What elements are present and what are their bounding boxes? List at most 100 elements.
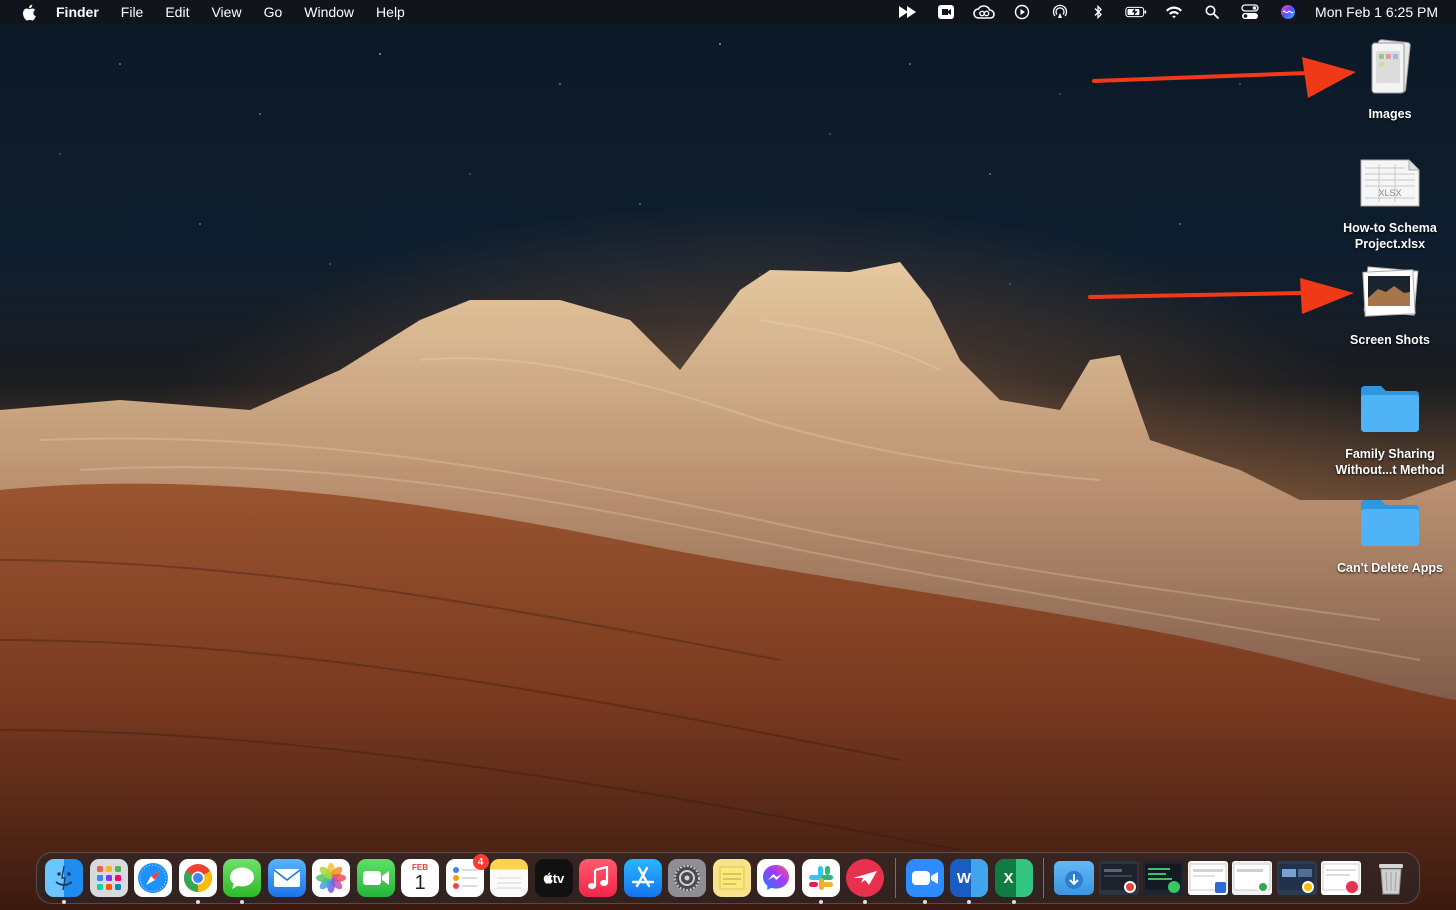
- window-thumbnail-icon: [1145, 864, 1181, 893]
- dock-app-messages[interactable]: [223, 859, 261, 904]
- svg-text:XLSX: XLSX: [1378, 188, 1401, 198]
- running-indicator: [818, 900, 823, 904]
- status-menu-area: Mon Feb 1 6:25 PM: [889, 0, 1438, 24]
- dock-app-app-store[interactable]: [623, 859, 662, 897]
- desktop-item-label: Images: [1368, 107, 1412, 121]
- download-arrow-icon: [1065, 871, 1083, 889]
- menu-app-name[interactable]: Finder: [52, 0, 110, 24]
- dock-recent-window[interactable]: [1276, 861, 1317, 895]
- desktop-item-label: How-to Schema Project.xlsx: [1343, 221, 1437, 251]
- dock-app-mail[interactable]: [267, 859, 306, 897]
- bluetooth-icon[interactable]: [1087, 3, 1109, 21]
- dock-app-music[interactable]: [579, 859, 617, 897]
- menu-file[interactable]: File: [110, 0, 155, 24]
- window-thumbnail-icon: [1278, 864, 1315, 893]
- dock: FEB 1 4 tv W X: [36, 852, 1420, 904]
- menu-help[interactable]: Help: [365, 0, 416, 24]
- window-thumbnail-icon: [1100, 864, 1137, 893]
- image-stack-icon: [1358, 36, 1422, 100]
- desktop-item-label: Can't Delete Apps: [1337, 561, 1443, 575]
- running-indicator: [1011, 900, 1016, 904]
- dock-app-photos[interactable]: [312, 859, 350, 897]
- running-indicator: [863, 900, 867, 904]
- desktop-item-xlsx-file[interactable]: XLSX How-to Schema Project.xlsx: [1328, 150, 1452, 252]
- gear-icon: [674, 865, 700, 891]
- dock-app-facetime[interactable]: [356, 859, 395, 897]
- running-indicator: [967, 900, 971, 904]
- envelope-icon: [273, 869, 300, 887]
- dock-app-calendar[interactable]: FEB 1: [401, 859, 439, 897]
- siri-icon[interactable]: [1277, 3, 1299, 21]
- dock-separator: [1043, 858, 1044, 898]
- window-thumbnail-icon: [1189, 863, 1226, 893]
- dock-app-messenger[interactable]: [757, 859, 795, 897]
- menu-view[interactable]: View: [200, 0, 252, 24]
- dock-app-reminders[interactable]: 4: [445, 854, 489, 897]
- creative-cloud-icon[interactable]: [973, 3, 995, 21]
- running-indicator: [62, 900, 66, 904]
- menu-go[interactable]: Go: [253, 0, 294, 24]
- menu-edit[interactable]: Edit: [154, 0, 200, 24]
- airmail-plane-icon: [853, 871, 877, 885]
- desktop-item-label: Family Sharing Without...t Method: [1335, 447, 1445, 477]
- dock-app-launchpad[interactable]: [89, 859, 128, 897]
- dock-recent-window[interactable]: [1098, 861, 1139, 895]
- message-bubble-icon: [230, 867, 254, 889]
- chrome-icon: [183, 864, 212, 892]
- running-indicator: [922, 900, 927, 904]
- desktop-item-images[interactable]: Images: [1328, 36, 1452, 122]
- running-indicator: [195, 900, 200, 904]
- dock-recent-window[interactable]: [1321, 861, 1361, 895]
- dock-app-stickies[interactable]: [712, 859, 751, 897]
- apple-logo-icon: [543, 872, 553, 884]
- dock-app-slack[interactable]: [801, 859, 840, 904]
- dock-app-chrome[interactable]: [178, 859, 217, 904]
- annotation-arrow-images: [1092, 57, 1356, 98]
- messenger-icon: [763, 865, 789, 890]
- trash-can-icon: [1378, 864, 1403, 895]
- media-forward-icon[interactable]: [897, 3, 919, 21]
- play-circle-icon[interactable]: [1011, 3, 1033, 21]
- apple-logo-icon[interactable]: [20, 3, 38, 21]
- notes-lines-icon: [497, 877, 521, 889]
- finder-icon: [55, 865, 73, 891]
- dock-separator: [894, 858, 896, 898]
- dock-app-system-preferences[interactable]: [668, 859, 706, 897]
- dock-app-finder[interactable]: [45, 859, 83, 904]
- desktop-item-screen-shots[interactable]: Screen Shots: [1328, 262, 1452, 348]
- dock-app-zoom[interactable]: [905, 859, 944, 904]
- dock-app-notes[interactable]: [490, 859, 528, 897]
- excel-letter: X: [1003, 869, 1014, 887]
- zoom-camera-icon: [911, 871, 938, 885]
- control-center-icon[interactable]: [1239, 3, 1261, 21]
- battery-charging-icon[interactable]: [1125, 3, 1147, 21]
- dock-app-tv[interactable]: tv: [534, 859, 573, 897]
- dock-recent-window[interactable]: [1232, 861, 1272, 895]
- dock-app-safari[interactable]: [134, 859, 172, 897]
- screen-record-icon[interactable]: [935, 3, 957, 21]
- wallpaper-rock-formation: [0, 262, 1456, 910]
- desktop-item-label: Screen Shots: [1350, 333, 1430, 347]
- dock-stack-downloads[interactable]: [1054, 861, 1094, 895]
- desktop-item-family-sharing-folder[interactable]: Family Sharing Without...t Method: [1328, 376, 1452, 478]
- sticky-note-icon: [719, 866, 744, 890]
- app-store-icon: [631, 866, 654, 888]
- dock-recent-window[interactable]: [1143, 861, 1183, 895]
- dock-app-excel[interactable]: X: [994, 859, 1033, 904]
- calendar-day: 1: [414, 872, 426, 894]
- desktop-item-cant-delete-apps-folder[interactable]: Can't Delete Apps: [1328, 490, 1452, 576]
- menu-window[interactable]: Window: [293, 0, 365, 24]
- dock-app-word[interactable]: W: [950, 859, 988, 904]
- menu-bar: Finder File Edit View Go Window Help Mon…: [0, 0, 1456, 24]
- tv-label: tv: [552, 870, 565, 886]
- slack-icon: [808, 866, 833, 890]
- menubar-clock[interactable]: Mon Feb 1 6:25 PM: [1315, 4, 1438, 20]
- photos-flower-icon: [316, 863, 346, 893]
- dock-app-airmail[interactable]: [846, 859, 884, 904]
- folder-icon: [1358, 376, 1422, 440]
- wifi-icon[interactable]: [1163, 3, 1185, 21]
- dock-trash[interactable]: [1372, 859, 1410, 897]
- search-icon[interactable]: [1201, 3, 1223, 21]
- airdrop-icon[interactable]: [1049, 3, 1071, 21]
- dock-recent-window[interactable]: [1187, 861, 1228, 895]
